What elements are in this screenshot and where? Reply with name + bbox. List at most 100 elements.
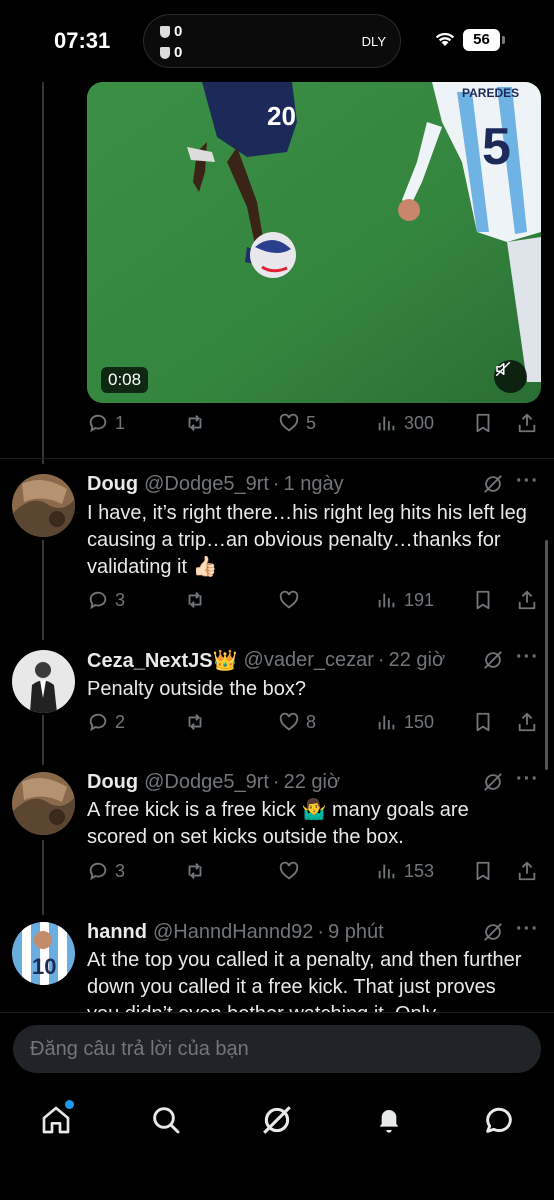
- views-button[interactable]: 150: [376, 711, 434, 733]
- reply-actions: 3 191: [87, 589, 542, 619]
- timestamp[interactable]: 22 giờ: [389, 649, 445, 672]
- separator: ·: [317, 920, 325, 943]
- tweet-header: Ceza_NextJS👑 @vader_cezar · 22 giờ: [87, 647, 445, 673]
- mute-button[interactable]: [494, 360, 527, 393]
- tweet-text: I have, it’s right there…his right leg h…: [87, 502, 527, 578]
- grok-icon[interactable]: [482, 921, 504, 943]
- status-bar: 07:31 0 0 DLY 56: [0, 0, 554, 80]
- reply-icon: [89, 591, 107, 610]
- reply-icon: [89, 862, 107, 881]
- like-button[interactable]: 8: [278, 711, 316, 733]
- thread-line: [42, 715, 44, 765]
- reply-icon: [89, 713, 107, 732]
- display-name[interactable]: Ceza_NextJS👑: [87, 648, 238, 673]
- live-activity-label: DLY: [361, 34, 386, 49]
- nav-home[interactable]: [36, 1100, 76, 1140]
- user-handle[interactable]: @Dodge5_9rt: [144, 771, 269, 794]
- nav-search[interactable]: [146, 1100, 186, 1140]
- display-name[interactable]: hannd: [87, 921, 147, 944]
- reply-button[interactable]: 3: [87, 589, 125, 611]
- views-icon: [378, 864, 395, 879]
- live-score-away: 0: [160, 44, 182, 61]
- wifi-icon: [435, 32, 455, 46]
- grok-icon: [263, 1106, 291, 1134]
- timestamp[interactable]: 1 ngày: [284, 473, 344, 496]
- nav-grok[interactable]: [257, 1100, 297, 1140]
- bottom-nav: [0, 1084, 554, 1200]
- bookmark-button[interactable]: [472, 412, 494, 434]
- views-button[interactable]: 300: [376, 412, 434, 434]
- tweet-text: A free kick is a free kick 🤷‍♂️ many goa…: [87, 799, 469, 848]
- more-options-button[interactable]: ···: [516, 768, 539, 791]
- bookmark-icon: [476, 712, 490, 732]
- bookmark-icon: [476, 861, 490, 881]
- avatar[interactable]: [12, 772, 75, 835]
- display-name[interactable]: Doug: [87, 473, 138, 496]
- repost-icon: [188, 714, 202, 730]
- timestamp[interactable]: 22 giờ: [284, 771, 340, 794]
- timestamp[interactable]: 9 phút: [328, 921, 384, 944]
- heart-icon: [279, 712, 299, 731]
- video-player[interactable]: 20 5 PAREDES 0:08: [87, 82, 541, 403]
- battery-indicator: 56: [463, 29, 505, 51]
- repost-button[interactable]: [184, 412, 206, 434]
- like-button[interactable]: 5: [278, 412, 316, 434]
- thread-line: [42, 840, 44, 915]
- share-button[interactable]: [516, 412, 538, 434]
- bookmark-button[interactable]: [472, 589, 494, 611]
- user-handle[interactable]: @HanndHannd92: [153, 921, 313, 944]
- share-button[interactable]: [516, 860, 538, 882]
- nav-notifications[interactable]: [369, 1100, 409, 1140]
- bookmark-button[interactable]: [472, 711, 494, 733]
- user-handle[interactable]: @vader_cezar: [244, 649, 374, 672]
- repost-button[interactable]: [184, 860, 206, 882]
- grok-icon[interactable]: [482, 649, 504, 671]
- team-crest-icon: [160, 46, 170, 59]
- avatar[interactable]: [12, 474, 75, 537]
- separator: ·: [272, 770, 280, 793]
- jersey-name: PAREDES: [462, 86, 519, 100]
- grok-icon[interactable]: [482, 771, 504, 793]
- nav-messages[interactable]: [479, 1100, 519, 1140]
- avatar[interactable]: 10: [12, 922, 75, 985]
- scrollbar[interactable]: [545, 540, 548, 770]
- more-options-button[interactable]: ···: [516, 646, 539, 669]
- svg-text:10: 10: [32, 954, 56, 979]
- like-button[interactable]: [278, 860, 306, 882]
- tweet-header: Doug @Dodge5_9rt · 22 giờ: [87, 769, 340, 795]
- avatar[interactable]: [12, 650, 75, 713]
- bookmark-icon: [476, 590, 490, 610]
- reply-input[interactable]: [13, 1025, 541, 1073]
- share-icon: [518, 590, 536, 610]
- user-handle[interactable]: @Dodge5_9rt: [144, 473, 269, 496]
- views-button[interactable]: 191: [376, 589, 434, 611]
- views-icon: [378, 715, 395, 730]
- share-button[interactable]: [516, 589, 538, 611]
- video-frame: 20 5 PAREDES: [87, 82, 541, 403]
- bookmark-button[interactable]: [472, 860, 494, 882]
- status-time: 07:31: [54, 28, 111, 53]
- views-button[interactable]: 153: [376, 860, 434, 882]
- reply-actions: 2 8 150: [87, 711, 542, 741]
- search-icon: [153, 1107, 180, 1134]
- heart-icon: [279, 590, 299, 609]
- repost-button[interactable]: [184, 589, 206, 611]
- reply-button[interactable]: 1: [87, 412, 125, 434]
- display-name[interactable]: Doug: [87, 771, 138, 794]
- grok-icon[interactable]: [482, 473, 504, 495]
- heart-icon: [279, 861, 299, 880]
- jersey-number: 5: [482, 118, 511, 176]
- share-button[interactable]: [516, 711, 538, 733]
- dynamic-island[interactable]: 0 0 DLY: [143, 14, 401, 68]
- repost-button[interactable]: [184, 711, 206, 733]
- more-options-button[interactable]: ···: [516, 470, 539, 493]
- views-icon: [378, 593, 395, 608]
- team-crest-icon: [160, 25, 170, 38]
- reply-button[interactable]: 2: [87, 711, 125, 733]
- like-button[interactable]: [278, 589, 306, 611]
- more-options-button[interactable]: ···: [516, 918, 539, 941]
- repost-icon: [188, 592, 202, 608]
- speaker-muted-icon: [495, 361, 511, 377]
- reply-button[interactable]: 3: [87, 860, 125, 882]
- bookmark-icon: [476, 413, 490, 433]
